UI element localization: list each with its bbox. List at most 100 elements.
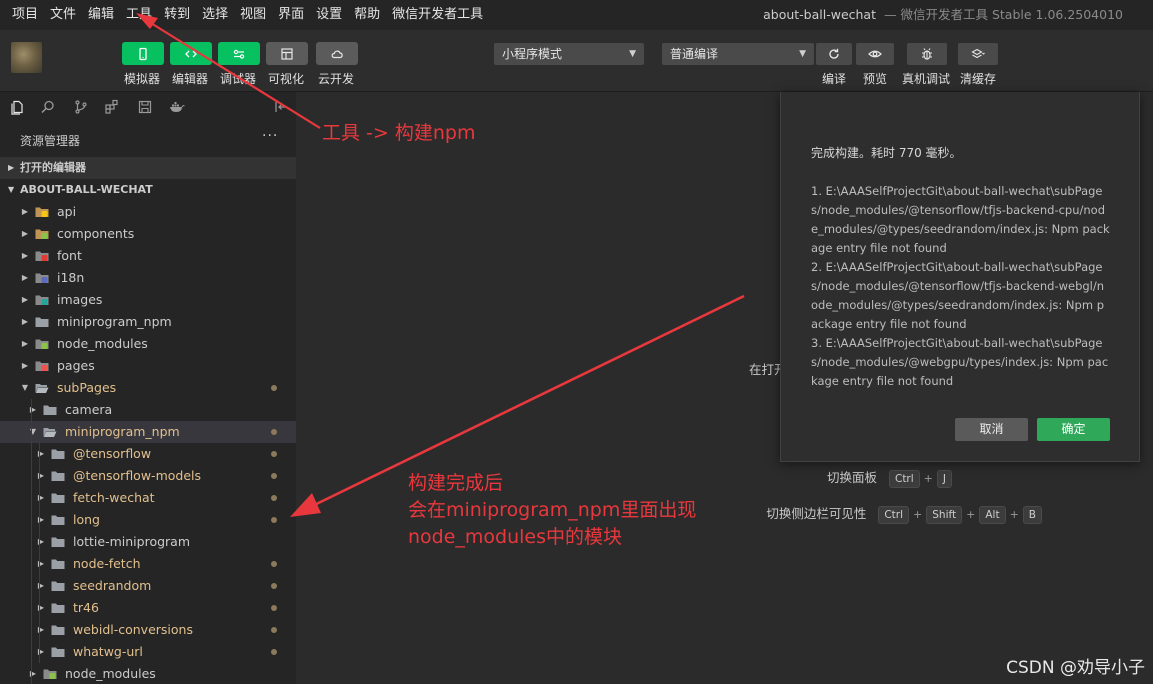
shortcut-row: 切换面板 Ctrl + J — [827, 467, 954, 488]
tree-item-label: i18n — [57, 270, 85, 285]
tree-item[interactable]: ▶ miniprogram_npm — [0, 311, 296, 333]
tree-item-label: lottie-miniprogram — [73, 534, 190, 549]
menu-item[interactable]: 文件 — [44, 0, 82, 30]
tree-item-label: fetch-wechat — [73, 490, 155, 505]
cloud-button[interactable] — [316, 42, 358, 65]
chevron-right-icon: ▶ — [21, 317, 29, 326]
tree-item[interactable]: ▶ camera — [0, 399, 296, 421]
compile-select-value: 普通编译 — [670, 47, 719, 61]
tree-item[interactable]: ▶ images — [0, 289, 296, 311]
folder-icon — [51, 580, 65, 592]
visual-label: 可视化 — [267, 72, 305, 86]
ok-button[interactable]: 确定 — [1037, 418, 1110, 441]
visual-button[interactable] — [266, 42, 308, 65]
i18n-folder-icon — [35, 272, 49, 284]
tree-item[interactable]: ▶ pages — [0, 355, 296, 377]
open-editors-header[interactable]: ▶ 打开的编辑器 — [0, 157, 296, 179]
plus-sign: + — [966, 508, 976, 521]
menu-item[interactable]: 设置 — [310, 0, 348, 30]
tree-item-label: whatwg-url — [73, 644, 143, 659]
compile-button[interactable] — [816, 43, 852, 65]
tree-item[interactable]: ▶ node-fetch — [0, 553, 296, 575]
tree-item[interactable]: ▶ whatwg-url — [0, 641, 296, 663]
tree-item[interactable]: ▼ miniprogram_npm — [0, 421, 296, 443]
debugger-button[interactable] — [218, 42, 260, 65]
compile-select[interactable]: 普通编译 ▼ — [662, 43, 814, 65]
shortcut-label: 切换面板 — [826, 470, 877, 485]
menu-item[interactable]: 视图 — [234, 0, 272, 30]
chevron-right-icon: ▶ — [21, 251, 29, 260]
collapse-sidebar-icon[interactable] — [273, 99, 289, 115]
clear-cache-button[interactable] — [958, 43, 998, 65]
shortcut-label: 切换侧边栏可见性 — [766, 506, 867, 521]
tree-item[interactable]: ▶ components — [0, 223, 296, 245]
project-root-header[interactable]: ▼ ABOUT-BALL-WECHAT — [0, 179, 296, 201]
tree-item[interactable]: ▶ @tensorflow — [0, 443, 296, 465]
editor-button[interactable] — [170, 42, 212, 65]
menu-item[interactable]: 界面 — [272, 0, 310, 30]
components-folder-icon — [35, 228, 49, 240]
tree-item[interactable]: ▶ fetch-wechat — [0, 487, 296, 509]
menu-item[interactable]: 选择 — [196, 0, 234, 30]
key-cap: B — [1022, 506, 1042, 524]
folder-open-icon — [35, 382, 49, 394]
code-icon — [185, 50, 197, 57]
cloud-label: 云开发 — [317, 72, 355, 86]
more-icon[interactable]: ··· — [262, 128, 278, 144]
chevron-right-icon: ▶ — [29, 405, 37, 414]
indent-guide — [31, 399, 32, 684]
indent-guide — [39, 443, 40, 663]
tree-item[interactable]: ▶ lottie-miniprogram — [0, 531, 296, 553]
menu-item[interactable]: 项目 — [0, 0, 44, 30]
chevron-right-icon: ▶ — [37, 471, 45, 480]
chevron-down-icon: ▼ — [29, 427, 37, 436]
tree-item[interactable]: ▶ node_modules — [0, 663, 296, 684]
tree-item[interactable]: ▶ api — [0, 201, 296, 223]
cancel-button[interactable]: 取消 — [955, 418, 1028, 441]
mode-select[interactable]: 小程序模式 ▼ — [494, 43, 644, 65]
chevron-down-icon: ▼ — [21, 383, 29, 392]
tree-item[interactable]: ▶ node_modules — [0, 333, 296, 355]
dialog-message-line: 3. E:\AAASelfProjectGit\about-ball-wecha… — [811, 336, 1109, 388]
tree-item-label: node_modules — [65, 666, 156, 681]
tree-item-label: webidl-conversions — [73, 622, 193, 637]
tree-item-label: node_modules — [57, 336, 148, 351]
docker-icon[interactable] — [169, 99, 185, 115]
menu-item[interactable]: 微信开发者工具 — [386, 0, 489, 30]
tree-item[interactable]: ▶ webidl-conversions — [0, 619, 296, 641]
tree-item-label: node-fetch — [73, 556, 141, 571]
source-control-icon[interactable] — [73, 99, 89, 115]
key-cap: Ctrl — [878, 506, 910, 524]
tree-item-label: font — [57, 248, 82, 263]
preview-label: 预览 — [862, 72, 888, 86]
tree-item[interactable]: ▼ subPages — [0, 377, 296, 399]
tree-item[interactable]: ▶ font — [0, 245, 296, 267]
simulator-button[interactable] — [122, 42, 164, 65]
files-icon[interactable] — [9, 99, 25, 115]
extensions-icon[interactable] — [104, 99, 120, 115]
debugger-label: 调试器 — [219, 72, 257, 86]
preview-button[interactable] — [856, 43, 894, 65]
tree-item[interactable]: ▶ tr46 — [0, 597, 296, 619]
tree-item[interactable]: ▶ @tensorflow-models — [0, 465, 296, 487]
tree-item[interactable]: ▶ seedrandom — [0, 575, 296, 597]
storage-icon[interactable] — [137, 99, 153, 115]
tree-item[interactable]: ▶ long — [0, 509, 296, 531]
chevron-down-icon: ▼ — [799, 49, 806, 59]
search-icon[interactable] — [40, 99, 56, 115]
chevron-right-icon: ▶ — [37, 647, 45, 656]
clear-cache-label: 清缓存 — [959, 72, 997, 86]
node-folder-icon — [35, 338, 49, 350]
tree-item-label: api — [57, 204, 77, 219]
menu-item[interactable]: 工具 — [120, 0, 158, 30]
key-cap: Alt — [979, 506, 1006, 524]
folder-open-icon — [43, 426, 57, 438]
menu-item[interactable]: 编辑 — [82, 0, 120, 30]
tree-item[interactable]: ▶ i18n — [0, 267, 296, 289]
node-folder-icon — [43, 668, 57, 680]
avatar[interactable] — [11, 42, 42, 73]
layers-icon — [971, 48, 985, 59]
menu-item[interactable]: 帮助 — [348, 0, 386, 30]
menu-item[interactable]: 转到 — [158, 0, 196, 30]
device-debug-button[interactable] — [907, 43, 947, 65]
